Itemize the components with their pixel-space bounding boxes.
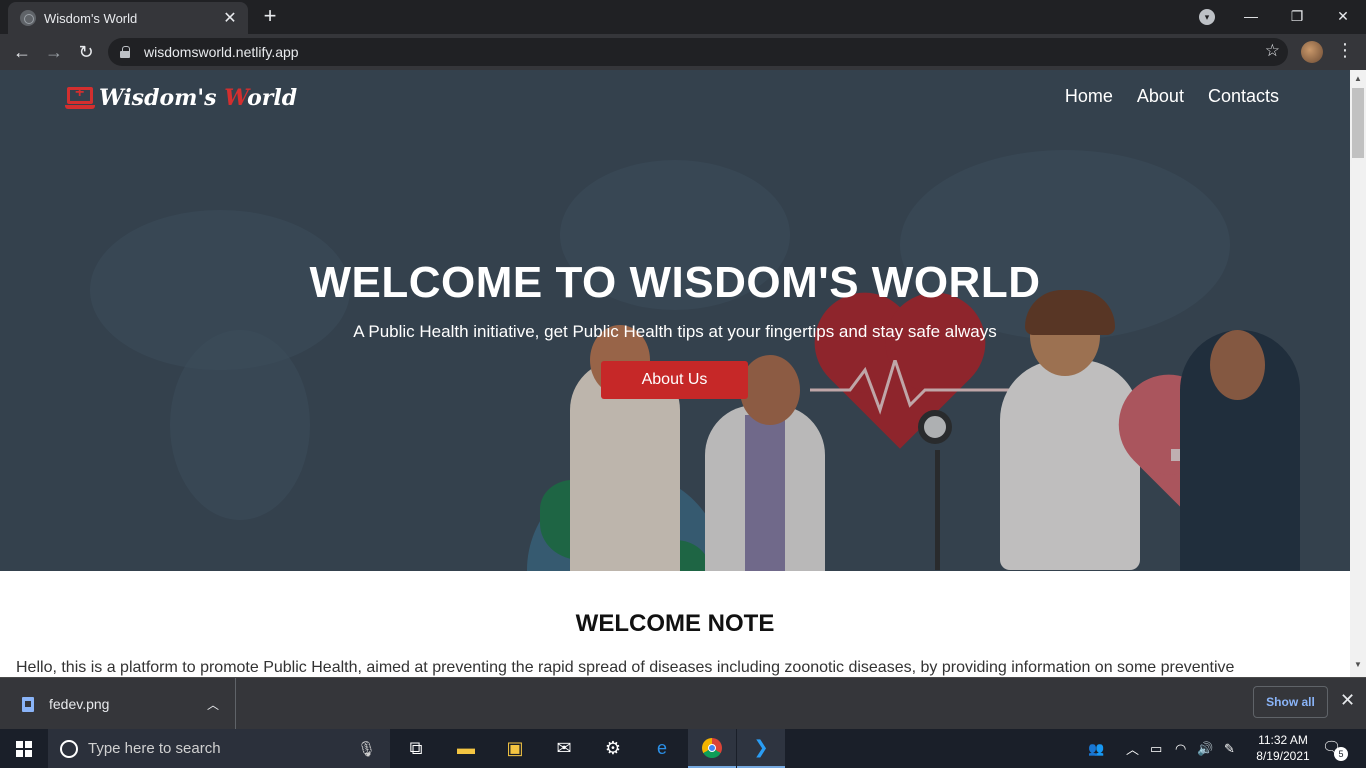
clock-time: 11:32 AM xyxy=(1258,733,1308,747)
cortana-icon xyxy=(60,739,78,758)
windows-taskbar: Type here to search 🎙 ⧉ ▬ ▣ ✉ ⚙ e ❯ 👥 ︿ … xyxy=(0,729,1366,768)
chevron-up-icon[interactable]: ︿ xyxy=(207,696,219,713)
new-tab-icon[interactable]: + xyxy=(258,5,282,29)
intro-paragraph: Hello, this is a platform to promote Pub… xyxy=(16,659,1235,676)
image-file-icon xyxy=(22,696,34,712)
forward-arrow-icon[interactable]: → xyxy=(42,40,66,64)
system-clock[interactable]: 11:32 AM 8/19/2021 xyxy=(1248,732,1318,764)
pen-icon[interactable]: ✎ xyxy=(1224,729,1235,768)
minimize-icon[interactable]: — xyxy=(1228,0,1274,32)
store-icon[interactable]: ▣ xyxy=(491,729,539,768)
about-us-button[interactable]: About Us xyxy=(601,361,748,399)
menu-dots-icon[interactable]: ⋮ xyxy=(1336,40,1354,61)
restore-icon[interactable]: ❐ xyxy=(1274,0,1320,32)
browser-tab[interactable]: Wisdom's World ✕ xyxy=(8,2,248,34)
site-nav: Home About Contacts xyxy=(1065,86,1279,107)
scroll-up-icon[interactable]: ▲ xyxy=(1350,74,1366,83)
show-all-button[interactable]: Show all xyxy=(1253,686,1328,718)
close-window-icon[interactable]: ✕ xyxy=(1320,0,1366,32)
download-file-name[interactable]: fedev.png xyxy=(49,696,207,712)
notification-badge: 5 xyxy=(1334,747,1348,761)
url-text[interactable]: wisdomsworld.netlify.app xyxy=(144,44,299,60)
taskbar-search[interactable]: Type here to search 🎙 xyxy=(48,729,390,768)
task-view-icon[interactable]: ⧉ xyxy=(392,729,440,768)
clock-date: 8/19/2021 xyxy=(1256,749,1310,763)
close-tab-icon[interactable]: ✕ xyxy=(222,8,238,28)
chevron-up-icon[interactable]: ︿ xyxy=(1126,729,1139,768)
laptop-medical-icon xyxy=(65,84,95,109)
download-item[interactable]: fedev.png ︿ xyxy=(0,678,236,730)
close-icon[interactable]: ✕ xyxy=(1340,690,1355,711)
nav-home-link[interactable]: Home xyxy=(1065,86,1113,107)
start-button[interactable] xyxy=(0,729,48,768)
download-bar: fedev.png ︿ Show all ✕ xyxy=(0,677,1366,730)
microphone-icon[interactable]: 🎙 xyxy=(357,740,376,758)
settings-gear-icon[interactable]: ⚙ xyxy=(589,729,637,768)
bookmark-star-icon[interactable]: ☆ xyxy=(1265,41,1280,61)
lock-icon[interactable] xyxy=(120,46,130,58)
notification-center-icon[interactable]: 🗨 5 xyxy=(1322,738,1348,761)
tab-title: Wisdom's World xyxy=(44,10,138,26)
mail-icon[interactable]: ✉ xyxy=(540,729,588,768)
chrome-icon[interactable] xyxy=(688,729,736,768)
wifi-icon[interactable]: ◠ xyxy=(1175,729,1186,768)
volume-icon[interactable]: 🔊 xyxy=(1197,729,1213,768)
browser-toolbar: ← → ↻ wisdomsworld.netlify.app ☆ ⋮ xyxy=(0,34,1366,70)
reload-icon[interactable]: ↻ xyxy=(74,40,98,64)
logo-text: Wisdom's World xyxy=(99,85,298,111)
scroll-down-icon[interactable]: ▼ xyxy=(1350,660,1366,669)
hero-title: WELCOME TO WISDOM'S WORLD xyxy=(309,258,1041,307)
battery-icon[interactable]: ▭ xyxy=(1150,729,1162,768)
search-placeholder[interactable]: Type here to search xyxy=(88,740,357,757)
hero-overlay xyxy=(0,70,1350,571)
section-title: WELCOME NOTE xyxy=(575,610,775,637)
nav-about-link[interactable]: About xyxy=(1137,86,1184,107)
vscode-icon[interactable]: ❯ xyxy=(737,729,785,768)
back-arrow-icon[interactable]: ← xyxy=(10,40,34,64)
page-viewport: Wisdom's World Home About Contacts WELCO… xyxy=(0,70,1350,677)
hero-subtitle: A Public Health initiative, get Public H… xyxy=(353,322,997,341)
globe-icon xyxy=(20,10,36,26)
hero-section: Wisdom's World Home About Contacts WELCO… xyxy=(0,70,1350,571)
tab-search-icon[interactable]: ▾ xyxy=(1199,9,1215,25)
file-explorer-icon[interactable]: ▬ xyxy=(442,729,490,768)
people-icon[interactable]: 👥 xyxy=(1088,729,1104,768)
address-bar[interactable]: wisdomsworld.netlify.app ☆ xyxy=(108,38,1288,66)
tab-strip: Wisdom's World ✕ + ▾ — ❐ ✕ xyxy=(0,0,1366,34)
page-scrollbar[interactable]: ▲ ▼ xyxy=(1350,70,1366,677)
windows-logo-icon xyxy=(16,740,32,757)
site-logo[interactable]: Wisdom's World xyxy=(65,84,298,111)
nav-contacts-link[interactable]: Contacts xyxy=(1208,86,1279,107)
scroll-thumb[interactable] xyxy=(1352,88,1364,158)
edge-icon[interactable]: e xyxy=(638,729,686,768)
profile-avatar[interactable] xyxy=(1301,41,1323,63)
